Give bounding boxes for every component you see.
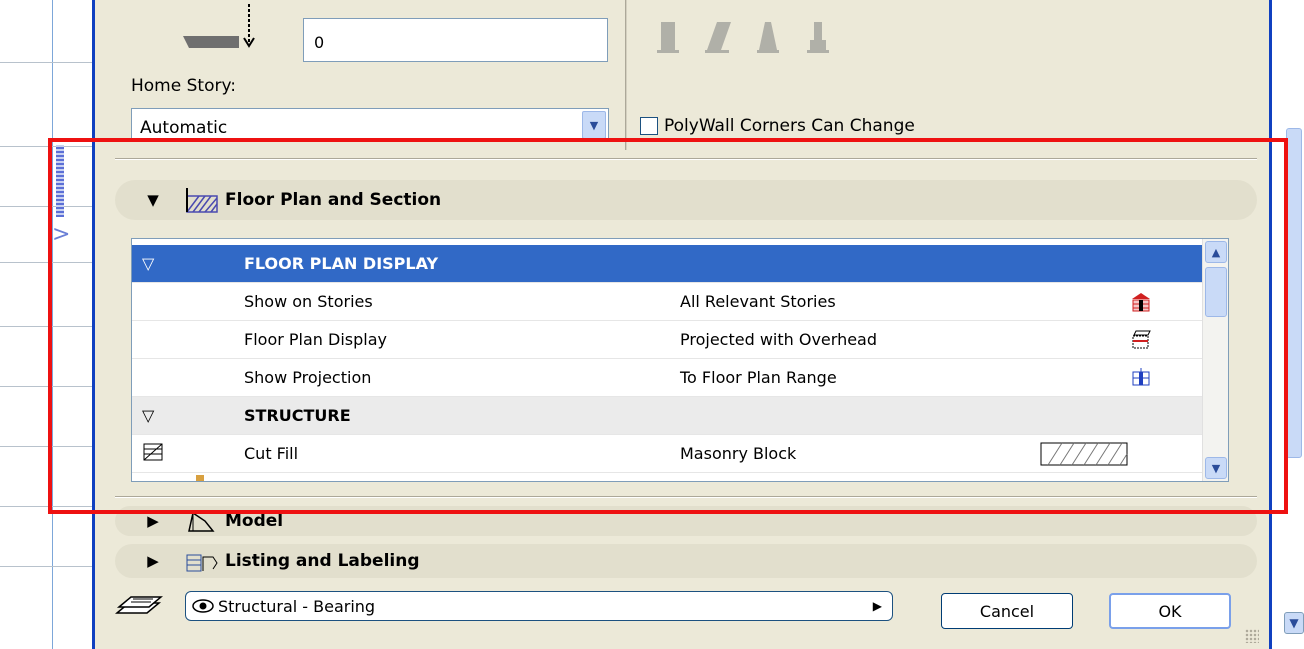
drawing-canvas[interactable]: >: [0, 0, 92, 649]
scroll-up-icon[interactable]: ▲: [1205, 241, 1227, 263]
tree-row[interactable]: Floor Plan Display Projected with Overhe…: [132, 321, 1202, 359]
double-slanted-wall-icon[interactable]: [755, 20, 781, 54]
panel-title: Listing and Labeling: [225, 551, 420, 571]
vertical-divider: [625, 0, 627, 150]
setting-name: Show on Stories: [244, 292, 373, 311]
partial-row-icon: [196, 475, 204, 481]
projection-range-icon: [1132, 367, 1150, 385]
cancel-button[interactable]: Cancel: [941, 593, 1073, 629]
tree-group-header[interactable]: ▽ STRUCTURE: [132, 397, 1202, 435]
scroll-down-icon[interactable]: ▼: [1205, 457, 1227, 479]
cut-fill-icon: [143, 443, 163, 460]
floor-plan-section-icon: [186, 188, 218, 213]
tree-group-label: FLOOR PLAN DISPLAY: [244, 254, 439, 273]
hatch-fill-swatch[interactable]: [1040, 442, 1128, 466]
profiled-wall-icon[interactable]: [805, 20, 831, 54]
chevron-right-icon: >: [52, 222, 71, 247]
home-story-value: Automatic: [140, 118, 228, 138]
canvas-grid-line: [0, 62, 92, 63]
canvas-grid-line: [0, 206, 92, 207]
canvas-grid-line: [0, 386, 92, 387]
collapse-triangle-icon[interactable]: ▽: [132, 406, 244, 425]
selection-marker: [56, 145, 64, 217]
tree-group-header[interactable]: ▽ FLOOR PLAN DISPLAY: [132, 245, 1202, 283]
canvas-grid-line: [0, 566, 92, 567]
window-scrollbar[interactable]: ▼: [1272, 0, 1304, 649]
eye-icon: [192, 599, 214, 613]
slanted-wall-icon[interactable]: [705, 20, 731, 54]
home-story-label: Home Story:: [131, 76, 237, 96]
home-story-dropdown[interactable]: Automatic ▼: [131, 108, 609, 142]
tree-row[interactable]: Cut Fill Masonry Block: [132, 435, 1202, 473]
wall-settings-dialog: 0 Home Story: Automatic ▼ PolyWall Corne…: [92, 0, 1272, 649]
elevation-icon: [183, 4, 255, 48]
expanded-triangle-icon[interactable]: ▼: [145, 191, 161, 209]
section-divider: [115, 496, 1257, 498]
canvas-guide-line: [52, 0, 53, 649]
setting-name: Show Projection: [244, 368, 372, 387]
tree-scrollbar[interactable]: ▲ ▼: [1202, 239, 1228, 481]
listing-icon: [186, 554, 218, 572]
polywall-corners-option[interactable]: PolyWall Corners Can Change: [640, 116, 915, 136]
scroll-thumb[interactable]: [1286, 128, 1302, 458]
panel-header-model[interactable]: ▶ Model: [115, 506, 1257, 536]
scroll-down-icon[interactable]: ▼: [1284, 612, 1304, 634]
layer-icon: [115, 596, 163, 614]
tree-row[interactable]: Show Projection To Floor Plan Range: [132, 359, 1202, 397]
canvas-grid-line: [0, 146, 92, 147]
panel-header-listing-and-labeling[interactable]: ▶ Listing and Labeling: [115, 544, 1257, 578]
dialog-footer: Structural - Bearing ▶ Cancel OK: [95, 585, 1275, 645]
stories-icon: [1132, 292, 1150, 311]
chevron-right-icon[interactable]: ▶: [873, 599, 882, 613]
canvas-grid-line: [0, 262, 92, 263]
tree-row[interactable]: Show on Stories All Relevant Stories: [132, 283, 1202, 321]
canvas-grid-line: [0, 506, 92, 507]
tree-group-label: STRUCTURE: [244, 406, 351, 425]
setting-value[interactable]: All Relevant Stories: [680, 292, 1040, 311]
collapse-triangle-icon[interactable]: ▽: [132, 254, 244, 273]
wall-geometry-options: [655, 20, 831, 54]
collapsed-triangle-icon[interactable]: ▶: [145, 552, 161, 570]
panel-title: Model: [225, 511, 284, 531]
layer-name: Structural - Bearing: [218, 596, 376, 616]
ok-button[interactable]: OK: [1109, 593, 1231, 629]
canvas-grid-line: [0, 326, 92, 327]
chevron-down-icon[interactable]: ▼: [582, 111, 606, 139]
resize-grip[interactable]: [1245, 629, 1259, 643]
elevation-field[interactable]: 0: [303, 18, 608, 62]
setting-value[interactable]: Projected with Overhead: [680, 330, 1040, 349]
section-divider: [115, 158, 1257, 160]
layer-dropdown[interactable]: Structural - Bearing ▶: [185, 591, 893, 621]
panel-title: Floor Plan and Section: [225, 190, 442, 210]
setting-value[interactable]: To Floor Plan Range: [680, 368, 1040, 387]
setting-name: Cut Fill: [244, 444, 299, 463]
polywall-corners-checkbox[interactable]: [640, 117, 658, 135]
setting-value[interactable]: Masonry Block: [680, 444, 1040, 463]
setting-name: Floor Plan Display: [244, 330, 387, 349]
model-icon: [188, 511, 215, 532]
scroll-thumb[interactable]: [1205, 267, 1227, 317]
canvas-grid-line: [0, 446, 92, 447]
straight-wall-icon[interactable]: [655, 20, 681, 54]
polywall-corners-label: PolyWall Corners Can Change: [664, 116, 915, 136]
panel-header-floor-plan-and-section[interactable]: ▼ Floor Plan and Section: [115, 180, 1257, 220]
projected-icon: [1132, 330, 1151, 348]
settings-tree: ▽ FLOOR PLAN DISPLAY Show on Stories All…: [131, 238, 1229, 482]
collapsed-triangle-icon[interactable]: ▶: [145, 512, 161, 530]
